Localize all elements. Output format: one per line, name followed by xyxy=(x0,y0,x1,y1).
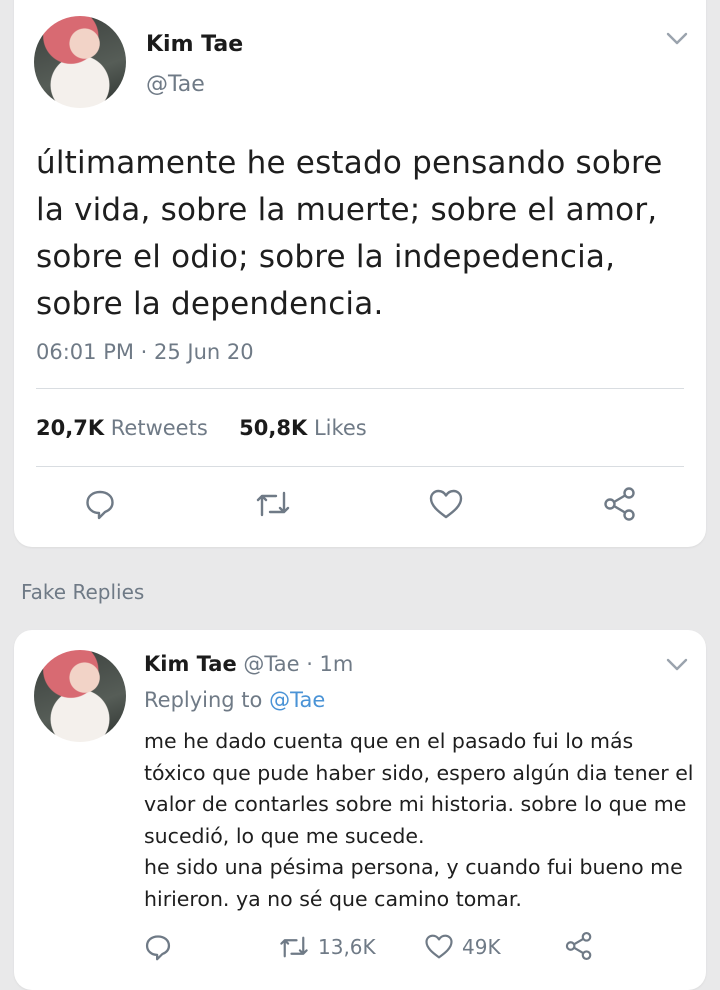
like-icon xyxy=(425,934,453,959)
chevron-down-icon[interactable] xyxy=(666,32,688,46)
retweet-button[interactable] xyxy=(254,489,292,519)
retweet-icon xyxy=(256,491,290,517)
tweet-timestamp[interactable]: 06:01 PM · 25 Jun 20 xyxy=(36,340,254,364)
reply-retweet-count: 13,6K xyxy=(318,935,376,959)
reply-text: me he dado cuenta que en el pasado fui l… xyxy=(144,729,694,911)
tweet-card: Kim Tae @Tae últimamente he estado pensa… xyxy=(14,0,706,547)
replying-to-link[interactable]: @Tae xyxy=(269,688,325,712)
divider xyxy=(36,466,684,467)
retweets-stat[interactable]: 20,7K Retweets xyxy=(36,416,208,440)
author-handle[interactable]: @Tae xyxy=(146,72,205,97)
likes-stat[interactable]: 50,8K Likes xyxy=(239,416,367,440)
reply-like-count: 49K xyxy=(462,934,501,959)
like-icon xyxy=(429,489,463,519)
avatar[interactable] xyxy=(34,16,126,108)
share-button[interactable] xyxy=(564,931,594,961)
reply-author-handle[interactable]: @Tae · 1m xyxy=(243,652,353,676)
share-button[interactable] xyxy=(602,486,638,522)
chevron-down-icon[interactable] xyxy=(666,658,688,672)
share-icon xyxy=(604,487,635,521)
reply-header: Kim Tae @Tae · 1m xyxy=(144,652,353,676)
like-button[interactable] xyxy=(428,488,464,520)
share-icon xyxy=(565,932,592,960)
reply-icon xyxy=(145,935,171,961)
divider xyxy=(36,388,684,389)
retweet-button[interactable]: 13,6K xyxy=(278,934,376,960)
section-title: Fake Replies xyxy=(21,580,145,604)
tweet-text: últimamente he estado pensando sobre la … xyxy=(36,145,663,322)
author-name[interactable]: Kim Tae xyxy=(146,32,243,57)
tweet-stats: 20,7K Retweets 50,8K Likes xyxy=(36,416,367,440)
reply-card[interactable]: Kim Tae @Tae · 1m Replying to @Tae me he… xyxy=(14,630,706,990)
reply-icon xyxy=(86,490,114,520)
reply-button[interactable] xyxy=(84,488,116,520)
retweet-icon xyxy=(280,936,308,958)
like-button[interactable]: 49K xyxy=(424,933,501,960)
reply-button[interactable] xyxy=(144,933,172,961)
reply-author-name[interactable]: Kim Tae xyxy=(144,652,237,676)
replying-to: Replying to @Tae xyxy=(144,688,326,712)
avatar[interactable] xyxy=(34,650,126,742)
